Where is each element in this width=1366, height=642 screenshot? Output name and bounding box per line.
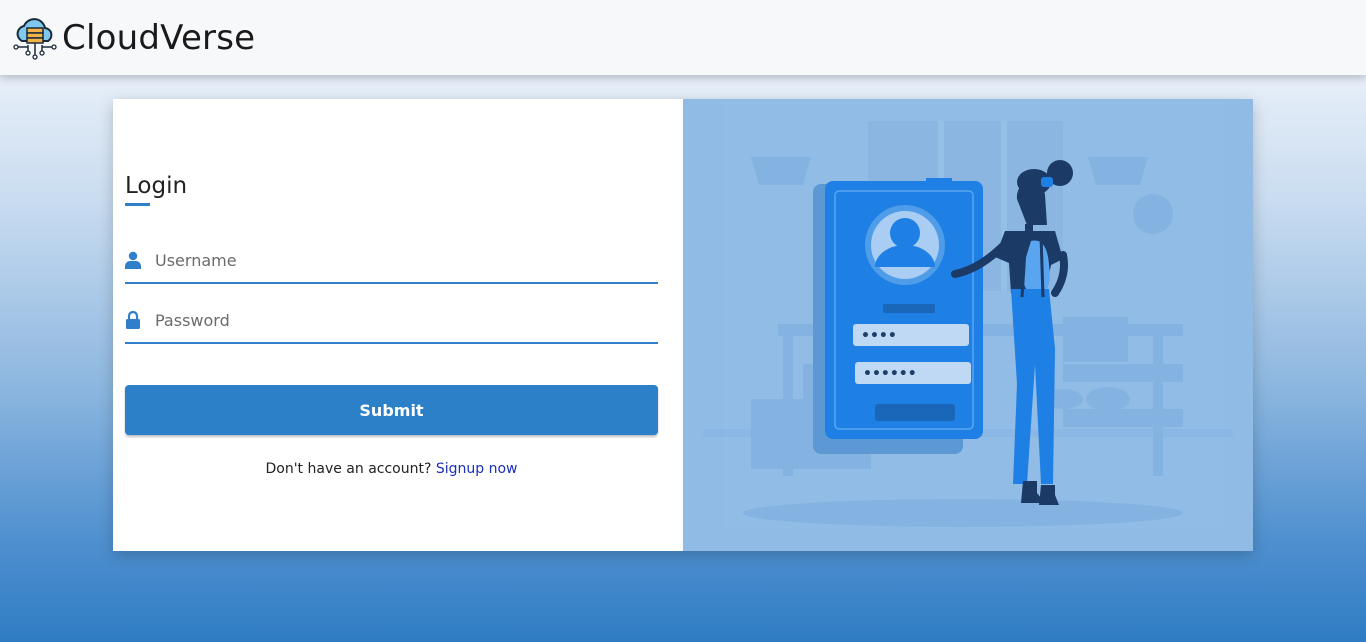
illustration-art: •••• •••••• — [703, 99, 1233, 529]
login-card: Login Submit Don't have an account — [113, 99, 1253, 551]
submit-button[interactable]: Submit — [125, 385, 658, 435]
signup-prompt: Don't have an account? Signup now — [113, 461, 670, 477]
username-input[interactable] — [155, 250, 645, 270]
login-form: Login Submit Don't have an account — [113, 99, 683, 551]
title-underline — [125, 203, 150, 206]
masked-password-text: •••••• — [863, 366, 917, 382]
lock-icon — [125, 310, 155, 330]
user-icon — [125, 250, 155, 270]
login-title: Login — [125, 173, 188, 199]
signup-link[interactable]: Signup now — [436, 461, 518, 477]
cloud-server-icon[interactable] — [12, 15, 58, 61]
signup-prompt-text: Don't have an account? — [265, 461, 432, 477]
password-input[interactable] — [155, 310, 645, 330]
username-field — [125, 238, 658, 284]
brand-name[interactable]: CloudVerse — [62, 18, 255, 58]
login-illustration: •••• •••••• — [683, 99, 1253, 551]
top-navbar: CloudVerse — [0, 0, 1366, 75]
password-field — [125, 298, 658, 344]
masked-username-text: •••• — [861, 328, 897, 344]
